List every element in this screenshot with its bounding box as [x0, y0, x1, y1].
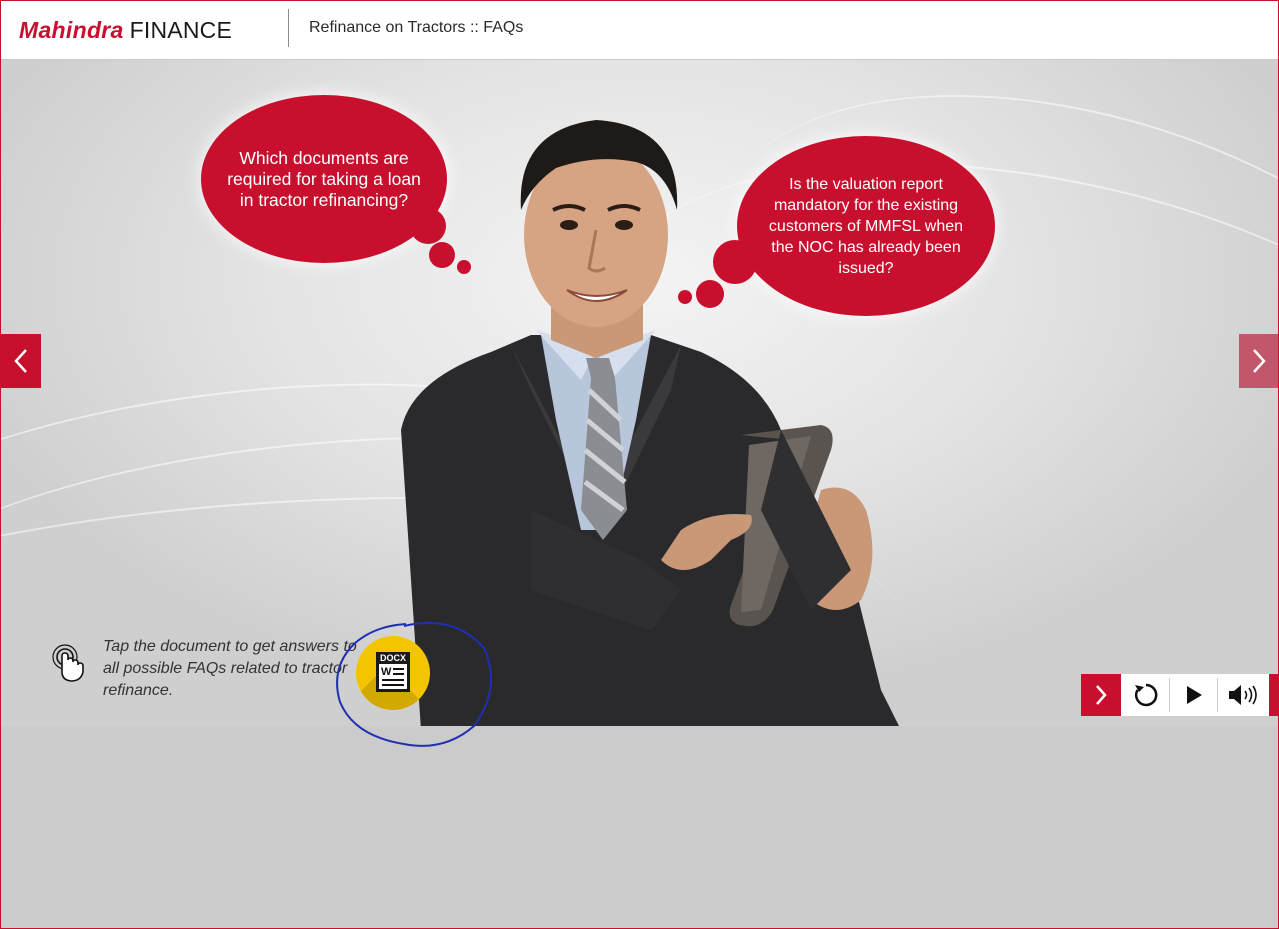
audio-button[interactable]	[1219, 674, 1269, 716]
instruction-text: Tap the document to get answers to all p…	[103, 638, 357, 699]
lower-blank-area	[1, 726, 1278, 928]
play-button[interactable]	[1171, 674, 1217, 716]
chevron-right-icon	[1096, 685, 1107, 705]
bubble-tail-dot	[713, 240, 757, 284]
next-button[interactable]	[1081, 674, 1121, 716]
header-divider	[288, 9, 289, 47]
doc-text-line	[382, 684, 404, 686]
faq-bubble-valuation-text: Is the valuation report mandatory for th…	[768, 175, 964, 277]
header: Mahindra FINANCE Refinance on Tractors ::…	[1, 1, 1278, 59]
bubble-tail-dot	[429, 242, 455, 268]
next-slide-button[interactable]	[1239, 334, 1278, 388]
replay-button[interactable]	[1123, 674, 1169, 716]
speaker-icon	[1229, 685, 1257, 705]
doc-text-line	[382, 679, 404, 681]
bubble-tail-dot	[410, 208, 446, 244]
tap-hand-icon	[52, 644, 84, 682]
doc-text-line	[393, 673, 404, 675]
logo-brand: Mahindra	[19, 17, 124, 43]
mahindra-finance-logo: Mahindra FINANCE	[19, 15, 232, 45]
chevron-left-icon	[14, 349, 27, 373]
course-title: Refinance on Tractors :: FAQs	[309, 19, 524, 36]
slide-stage: Which documents are required for taking …	[1, 60, 1278, 726]
bubble-tail-dot	[678, 290, 692, 304]
faq-bubble-valuation: Is the valuation report mandatory for th…	[737, 136, 995, 316]
docx-label: DOCX	[379, 653, 406, 663]
chevron-right-icon	[1253, 349, 1266, 373]
faq-bubble-documents: Which documents are required for taking …	[201, 95, 447, 263]
bubble-tail-dot	[696, 280, 724, 308]
doc-page: W	[379, 664, 407, 689]
control-separator	[1169, 678, 1170, 712]
logo-finance: FINANCE	[129, 17, 232, 43]
control-bar-edge	[1269, 674, 1278, 716]
play-icon	[1187, 686, 1202, 704]
doc-text-line	[393, 668, 404, 670]
previous-slide-button[interactable]	[1, 334, 41, 388]
faq-bubble-documents-text: Which documents are required for taking …	[227, 147, 421, 210]
docx-file-icon: DOCX W	[376, 652, 410, 692]
reload-icon	[1134, 683, 1158, 707]
docx-document-button[interactable]: DOCX W	[356, 636, 430, 710]
word-letter: W	[381, 666, 392, 678]
control-separator	[1217, 678, 1218, 712]
bubble-tail-dot	[457, 260, 471, 274]
player-controls	[1081, 674, 1278, 716]
